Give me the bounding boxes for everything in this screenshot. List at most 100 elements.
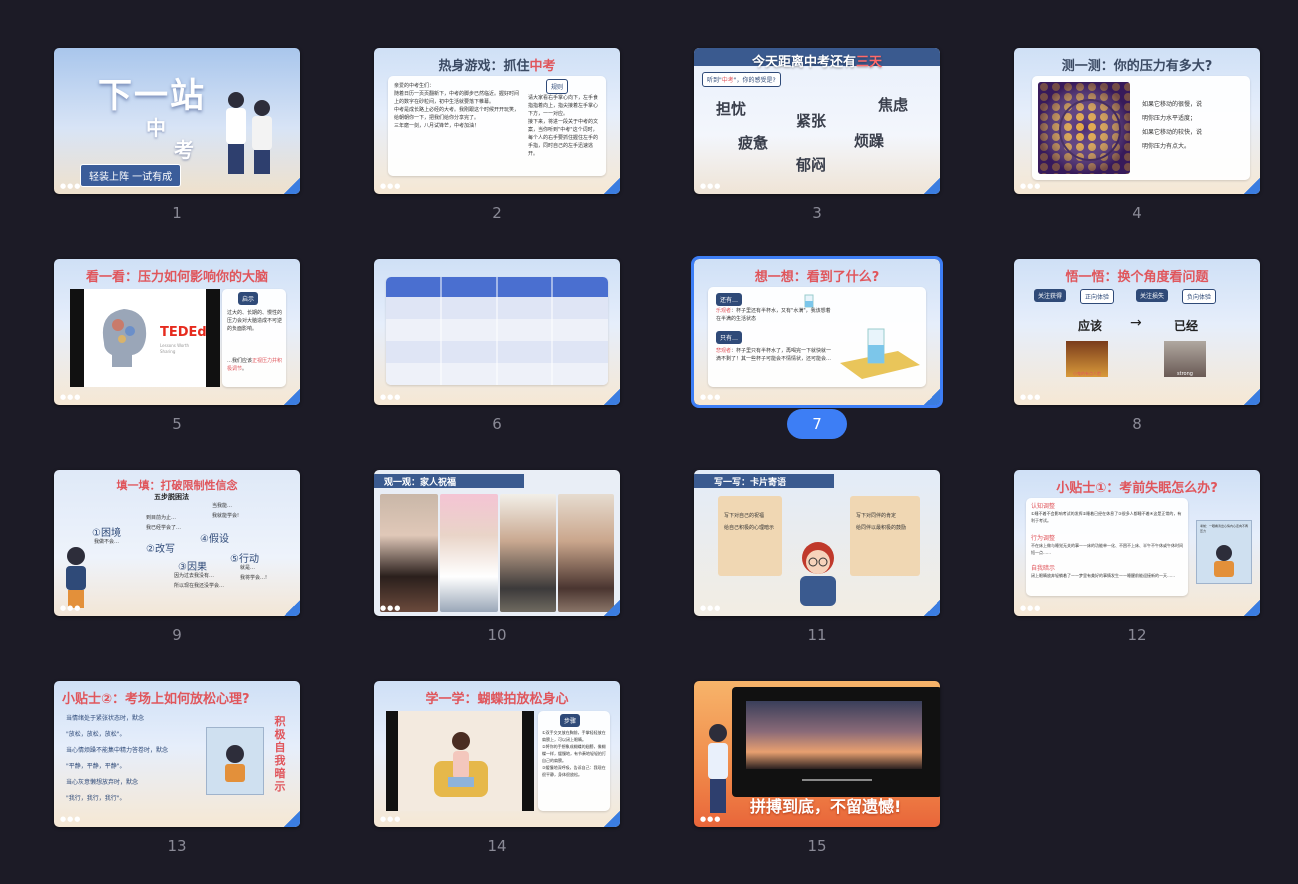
slide-8-word-b: 已经 — [1174, 319, 1199, 333]
slide-number-4: 4 — [1132, 204, 1142, 222]
slide-11-corner — [924, 600, 940, 616]
girl-illustration-icon — [58, 544, 94, 610]
slide-4-dots: ●●● — [1020, 182, 1042, 190]
slide-2-title: 热身游戏：抓住中考 — [438, 59, 556, 74]
slide-cell-2[interactable]: 热身游戏：抓住中考 亲爱的中考生们： 随着日历一页页翻新下，中考的脚步已然临近。… — [366, 40, 628, 251]
slide-thumbnail-9[interactable]: 填一填：打破限制性信念 五步脱困法 ①困境 ②改写 ③因果 ④假设 ⑤行动 我做… — [54, 470, 300, 616]
slide-cell-6[interactable]: ●●● 6 — [366, 251, 628, 462]
slide-5-dots: ●●● — [60, 393, 82, 401]
slide-thumbnail-10[interactable]: 观一观：家人祝福 ●●● — [374, 470, 620, 616]
slide-cell-5[interactable]: 看一看：压力如何影响你的大脑 TEDEd Lessons Worth Shari… — [46, 251, 308, 462]
slide-number-9: 9 — [172, 626, 182, 644]
slide-6-table-grid — [386, 277, 608, 385]
small-glass-icon — [804, 293, 814, 308]
slide-2-panel: 亲爱的中考生们： 随着日历一页页翻新下，中考的脚步已然临近。握好时间上的数字在砂… — [388, 76, 606, 176]
slide-10-title: 观一观：家人祝福 — [384, 478, 457, 488]
slide-number-13: 13 — [167, 837, 187, 855]
slide-5-video: TEDEd Lessons Worth Sharing — [70, 289, 220, 387]
slide-thumbnail-14[interactable]: 学一学：蝴蝶拍放松身心 步骤 ①双手交叉放在胸前，手掌轻轻放在肩膀上，可以闭上眼… — [374, 681, 620, 827]
slide-9-step-1: ①困境 — [92, 528, 121, 539]
slide-7-tag-a: 还有… — [716, 293, 743, 306]
slide-2-dots: ●●● — [380, 182, 402, 190]
slide-15-dots: ●●● — [700, 815, 722, 823]
slide-cell-8[interactable]: 悟一悟：换个角度看问题 关注获得 正向体验 关注损失 负向体验 应该 → 已经 … — [1006, 251, 1268, 462]
stressed-student-icon — [1209, 543, 1239, 579]
mood-word-6: 郁闷 — [796, 156, 827, 174]
runner-illustration-icon — [698, 721, 738, 817]
slide-7-corner — [924, 389, 940, 405]
slide-1-banner: 轻装上阵 一试有成 — [80, 164, 182, 187]
slide-2-rule-label: 规则 — [546, 79, 569, 94]
slide-14-steps: ①双手交叉放在胸前，手掌轻轻放在肩膀上，可以闭上眼睛。 ②将你的手想象成蝴蝶的翅… — [542, 730, 606, 777]
slide-2-body-left: 亲爱的中考生们： 随着日历一页页翻新下，中考的脚步已然临近。握好时间上的数字在砂… — [394, 83, 520, 129]
slide-thumbnail-11[interactable]: 写一写：卡片寄语 写下对自己的祝福 给自己积极的心理暗示 写下对同伴的肯定 给同… — [694, 470, 940, 616]
slide-15-sunset-photo — [746, 701, 922, 769]
slide-number-6: 6 — [492, 415, 502, 433]
slide-2-body-right: 请大家看右手掌心向下，左手食指指着向上，指尖接着左手掌心下方，一一对应。 接下来… — [528, 95, 599, 157]
family-photo-3 — [500, 494, 556, 612]
slide-thumbnail-7[interactable]: 想一想：看到了什么? 还有… 乐观者：杯子里还有半杯水，又有"水满"，我该想着在… — [691, 256, 943, 408]
slide-8-dots: ●●● — [1020, 393, 1042, 401]
brain-collage-icon — [94, 303, 150, 369]
slide-cell-3[interactable]: 今天距离中考还有三天 听到"中考"，你的感受是? 担忧 紧张 焦虑 疲惫 烦躁 … — [686, 40, 948, 251]
slide-number-15: 15 — [807, 837, 827, 855]
slide-thumbnail-2[interactable]: 热身游戏：抓住中考 亲爱的中考生们： 随着日历一页页翻新下，中考的脚步已然临近。… — [374, 48, 620, 194]
slide-cell-13[interactable]: 小贴士②：考场上如何放松心理? 当情绪处于紧张状态时，默念 "放松，放松，放松"… — [46, 673, 308, 884]
slide-9-note-4: 当我能… — [212, 503, 233, 509]
girl-with-glasses-icon — [790, 536, 846, 608]
slide-4-body: 如果它移动的很慢，说 明你压力水平适度； 如果它移动的较快，说 明你压力有点大。 — [1142, 101, 1203, 150]
slide-8-title: 悟一悟：换个角度看问题 — [1065, 270, 1209, 285]
slide-cell-9[interactable]: 填一填：打破限制性信念 五步脱困法 ①困境 ②改写 ③因果 ④假设 ⑤行动 我做… — [46, 462, 308, 673]
slide-9-subtitle: 五步脱困法 — [154, 493, 189, 501]
slide-9-step-3: ③因果 — [178, 562, 207, 573]
mood-word-3: 焦虑 — [878, 96, 909, 114]
slide-12-panel: 认知调整 ①睡不着不会影响考试的发挥②睡着已经在休息了③很多人都睡不着④这是正常… — [1026, 498, 1188, 596]
slide-number-10: 10 — [487, 626, 507, 644]
slide-13-lines: 当情绪处于紧张状态时，默念 "放松，放松，放松"。 当心情烦躁不能集中精力答卷时… — [66, 715, 169, 802]
slide-3-question: 听到"中考"，你的感受是? — [702, 72, 781, 87]
slide-cell-4[interactable]: 测一测：你的压力有多大? 如果它移动的很慢，说 明你压力水平适度； 如果它移动的… — [1006, 40, 1268, 251]
slide-9-note-1: 我做不会… — [94, 539, 120, 545]
slide-8-photo-b-caption: strong — [1177, 371, 1193, 377]
slide-9-note-2: 到目前为止… — [146, 515, 177, 521]
slide-9-step-2: ②改写 — [146, 544, 175, 555]
slide-thumbnail-12[interactable]: 小贴士①：考前失眠怎么办? 认知调整 ①睡不着不会影响考试的发挥②睡着已经在休息… — [1014, 470, 1260, 616]
slide-thumbnail-5[interactable]: 看一看：压力如何影响你的大脑 TEDEd Lessons Worth Shari… — [54, 259, 300, 405]
slide-13-corner — [284, 811, 300, 827]
mood-word-1: 担忧 — [716, 100, 747, 118]
family-photo-1 — [380, 494, 438, 612]
slide-1-title-sub-b: 考 — [174, 138, 194, 162]
slide-11-card-b: 写下对同伴的肯定 给同伴以最积极的鼓励 — [850, 496, 920, 576]
slide-14-panel: 步骤 ①双手交叉放在胸前，手掌轻轻放在肩膀上，可以闭上眼睛。 ②将你的手想象成蝴… — [538, 711, 610, 811]
slide-thumbnail-6[interactable]: ●●● — [374, 259, 620, 405]
slide-9-note-6: 因为过去我没有… — [174, 573, 215, 579]
slide-7-tag-b: 只有… — [716, 331, 743, 344]
mood-word-4: 疲惫 — [738, 134, 769, 152]
slide-4-title: 测一测：你的压力有多大? — [1061, 59, 1213, 74]
slide-cell-15[interactable]: 拼搏到底，不留遗憾! ●●● 15 — [686, 673, 948, 884]
slide-cell-7[interactable]: 想一想：看到了什么? 还有… 乐观者：杯子里还有半杯水，又有"水满"，我该想着在… — [686, 251, 948, 462]
slide-thumbnail-8[interactable]: 悟一悟：换个角度看问题 关注获得 正向体验 关注损失 负向体验 应该 → 已经 … — [1014, 259, 1260, 405]
slide-thumbnail-4[interactable]: 测一测：你的压力有多大? 如果它移动的很慢，说 明你压力水平适度； 如果它移动的… — [1014, 48, 1260, 194]
slide-9-step-4: ④假设 — [200, 534, 229, 545]
slide-cell-14[interactable]: 学一学：蝴蝶拍放松身心 步骤 ①双手交叉放在胸前，手掌轻轻放在肩膀上，可以闭上眼… — [366, 673, 628, 884]
slide-5-label: 启示 — [238, 292, 259, 305]
slide-thumbnail-3[interactable]: 今天距离中考还有三天 听到"中考"，你的感受是? 担忧 紧张 焦虑 疲惫 烦躁 … — [694, 48, 940, 194]
slide-7-dots: ●●● — [700, 393, 722, 401]
slide-thumbnail-13[interactable]: 小贴士②：考场上如何放松心理? 当情绪处于紧张状态时，默念 "放松，放松，放松"… — [54, 681, 300, 827]
slide-8-arrow: → — [1130, 315, 1142, 331]
slide-grid: 下一站 中 考 轻装上阵 一试有成 ●●● 1 热身游戏：抓住中考 亲爱的中考生… — [46, 40, 1268, 884]
slide-9-note-9: 我将学会…! — [240, 575, 268, 581]
slide-5-body-2: …我们应该正视压力并积极调节。 — [227, 358, 283, 372]
slide-cell-12[interactable]: 小贴士①：考前失眠怎么办? 认知调整 ①睡不着不会影响考试的发挥②睡着已经在休息… — [1006, 462, 1268, 673]
slide-thumbnail-15[interactable]: 拼搏到底，不留遗憾! ●●● — [694, 681, 940, 827]
slide-14-title: 学一学：蝴蝶拍放松身心 — [425, 692, 569, 707]
slide-cell-1[interactable]: 下一站 中 考 轻装上阵 一试有成 ●●● 1 — [46, 40, 308, 251]
slide-number-12: 12 — [1127, 626, 1147, 644]
slide-12-title: 小贴士①：考前失眠怎么办? — [1056, 481, 1218, 496]
slide-thumbnail-1[interactable]: 下一站 中 考 轻装上阵 一试有成 ●●● — [54, 48, 300, 194]
slide-cell-11[interactable]: 写一写：卡片寄语 写下对自己的祝福 给自己积极的心理暗示 写下对同伴的肯定 给同… — [686, 462, 948, 673]
slide-cell-10[interactable]: 观一观：家人祝福 ●●● 10 — [366, 462, 628, 673]
slide-3-dots: ●●● — [700, 182, 722, 190]
slide-9-note-5: 我就能学会! — [212, 513, 240, 519]
